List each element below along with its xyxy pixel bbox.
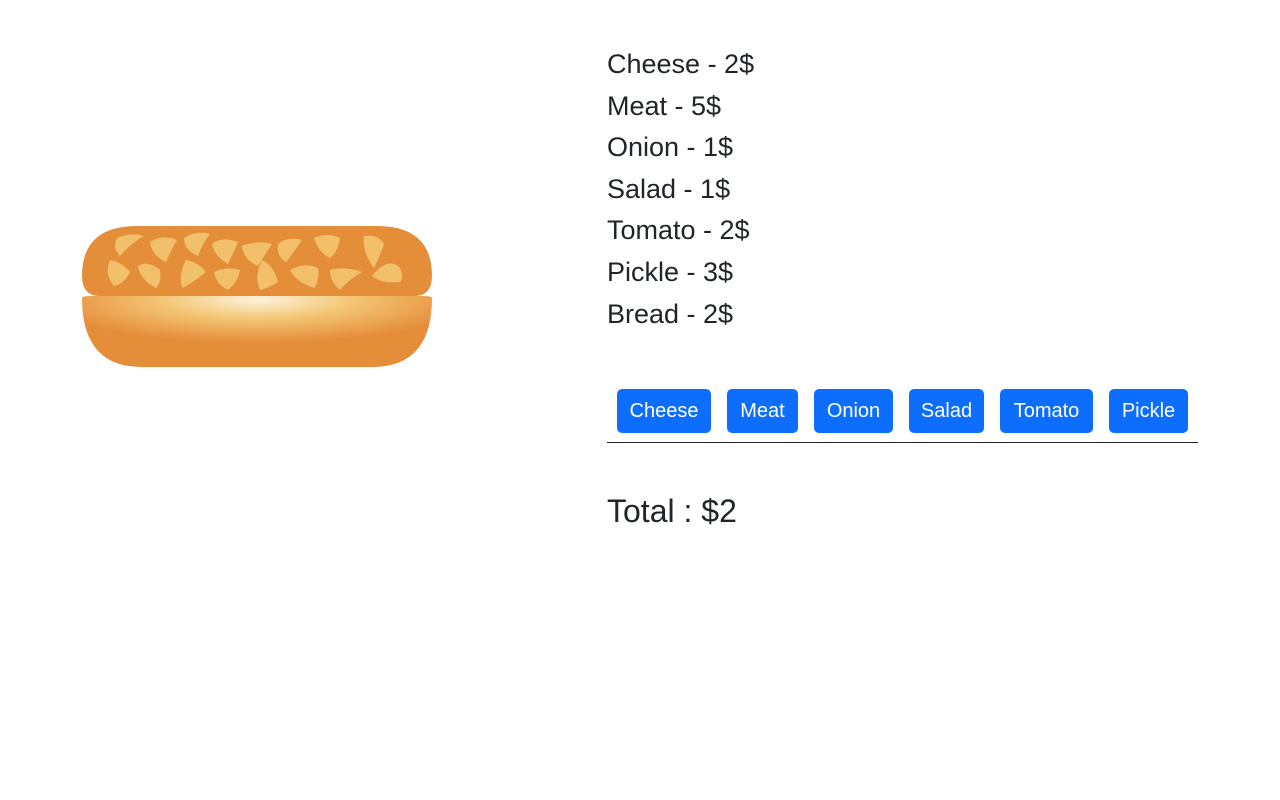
total-price: Total : $2 [607,493,737,529]
price-item-meat: Meat - 5$ [607,90,722,121]
price-item-cheese: Cheese - 2$ [607,49,755,79]
add-pickle-button[interactable]: Pickle [1109,389,1188,433]
add-cheese-button[interactable]: Cheese [617,389,711,433]
add-onion-button[interactable]: Onion [814,389,893,433]
price-item-bread: Bread - 2$ [607,298,734,329]
burger-builder-page: Cheese - 2$ Meat - 5$ Onion - 1$ Salad -… [0,0,1280,800]
burger-image [82,226,432,368]
ingredient-controls: Cheese Meat Onion Salad Tomato Pickle [607,380,1198,443]
price-item-salad: Salad - 1$ [607,173,731,204]
add-tomato-button[interactable]: Tomato [1000,389,1093,433]
price-item-onion: Onion - 1$ [607,132,734,163]
add-salad-button[interactable]: Salad [909,389,984,433]
add-meat-button[interactable]: Meat [727,389,798,433]
price-item-tomato: Tomato - 2$ [607,215,750,246]
bottom-bun [82,296,432,367]
price-item-pickle: Pickle - 3$ [607,256,734,287]
price-list: Cheese - 2$ Meat - 5$ Onion - 1$ Salad -… [607,44,754,335]
